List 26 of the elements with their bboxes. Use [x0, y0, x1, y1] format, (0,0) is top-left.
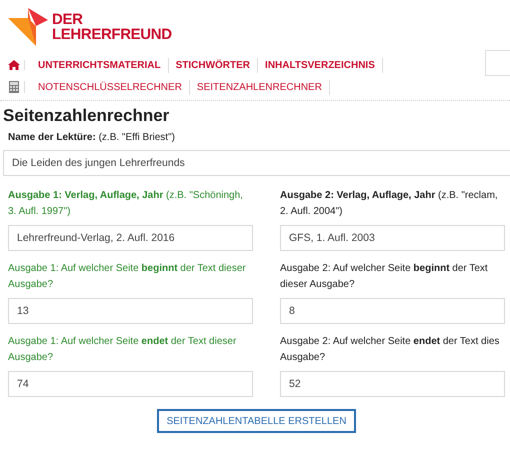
input-field[interactable]: GFS, 1. Aufl. 2003: [280, 225, 505, 251]
input-field[interactable]: 74: [8, 371, 253, 397]
logo-icon: [6, 6, 50, 48]
search-field[interactable]: [485, 50, 510, 76]
input-field[interactable]: 8: [280, 298, 505, 324]
input-field[interactable]: Die Leiden des jungen Lehrerfreunds: [3, 150, 510, 176]
nav-link[interactable]: UNTERRICHTSMATERIAL: [31, 58, 169, 72]
logo-text[interactable]: DER LEHRERFREUND: [52, 12, 172, 42]
input-field[interactable]: 52: [280, 371, 505, 397]
input-field[interactable]: 13: [8, 298, 253, 324]
field-label: Ausgabe 2: Auf welcher Seite beginnt der Text dieser Ausgabe?: [280, 262, 489, 292]
home-icon[interactable]: [8, 60, 20, 70]
input-field[interactable]: Lehrerfreund-Verlag, 2. Aufl. 2016: [8, 225, 253, 251]
field-label: Ausgabe 1: Auf welcher Seite endet der Text dieser Ausgabe?: [8, 335, 238, 365]
calculator-icon[interactable]: [9, 81, 19, 93]
field-label: Name der Lektüre: (z.B. "Effi Briest"): [8, 131, 176, 145]
field-label: Ausgabe 1: Verlag, Auflage, Jahr (z.B. "Schöningh, 3. Aufl. 1997"): [8, 189, 244, 219]
field-label: Ausgabe 2: Verlag, Auflage, Jahr (z.B. "reclam, 2. Aufl. 2004"): [280, 189, 499, 219]
page-title: Seitenzahlenrechner: [3, 105, 170, 127]
create-table-button[interactable]: SEITENZAHLENTABELLE ERSTELLEN: [156, 409, 356, 433]
nav-link[interactable]: STICHWÖRTER: [168, 58, 258, 72]
nav-link[interactable]: INHALTSVERZEICHNIS: [258, 58, 383, 72]
field-label: Ausgabe 2: Auf welcher Seite endet der Text dies Ausgabe?: [280, 335, 500, 365]
nav-link[interactable]: SEITENZAHLENRECHNER: [190, 80, 330, 94]
nav-link[interactable]: NOTENSCHLÜSSELRECHNER: [31, 80, 190, 94]
field-label: Ausgabe 1: Auf welcher Seite beginnt der Text dieser Ausgabe?: [8, 262, 247, 292]
